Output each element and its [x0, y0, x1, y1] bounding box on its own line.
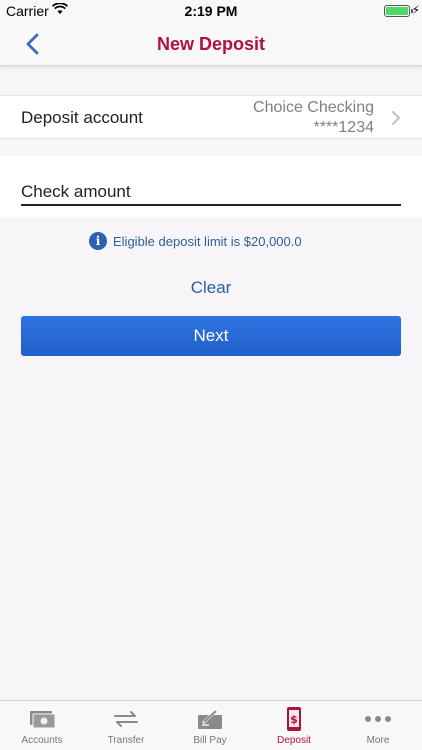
tab-more[interactable]: More: [336, 701, 420, 750]
info-icon[interactable]: i: [89, 232, 107, 250]
svg-text:$: $: [290, 713, 298, 726]
clear-button[interactable]: Clear: [0, 278, 422, 298]
transfer-icon: [114, 711, 138, 727]
tab-label: More: [366, 735, 390, 746]
next-button[interactable]: Next: [21, 316, 401, 356]
check-amount-section: [0, 156, 422, 218]
battery-icon: [384, 5, 410, 17]
tab-accounts[interactable]: Accounts: [0, 701, 84, 750]
bill-pay-icon: [198, 708, 222, 729]
chevron-right-icon: [392, 111, 400, 125]
nav-bar: New Deposit: [0, 22, 422, 66]
account-name: Choice Checking: [253, 99, 374, 116]
tab-deposit[interactable]: $ Deposit: [252, 701, 336, 750]
tab-bar: Accounts Transfer Bill Pay $ Deposit Mor…: [0, 700, 422, 750]
tab-label: Bill Pay: [193, 735, 227, 746]
deposit-limit-text: Eligible deposit limit is $20,000.0: [113, 234, 302, 249]
tab-label: Deposit: [277, 735, 311, 746]
status-time: 2:19 PM: [184, 3, 238, 19]
deposit-account-row[interactable]: Deposit account Choice Checking ****1234: [0, 95, 422, 139]
more-icon: [365, 716, 391, 722]
accounts-icon: [30, 711, 56, 729]
tab-bill-pay[interactable]: Bill Pay: [168, 701, 252, 750]
tab-label: Accounts: [21, 735, 63, 746]
deposit-account-value: Choice Checking ****1234: [253, 98, 374, 138]
account-number: ****1234: [313, 119, 375, 136]
tab-transfer[interactable]: Transfer: [84, 701, 168, 750]
page-title: New Deposit: [156, 34, 266, 54]
status-bar: Carrier 2:19 PM ⚡: [0, 0, 422, 22]
deposit-icon: $: [287, 707, 301, 731]
deposit-account-label: Deposit account: [21, 108, 143, 127]
check-amount-input[interactable]: [21, 180, 401, 206]
charging-icon: ⚡: [411, 3, 420, 17]
tab-label: Transfer: [107, 735, 145, 746]
